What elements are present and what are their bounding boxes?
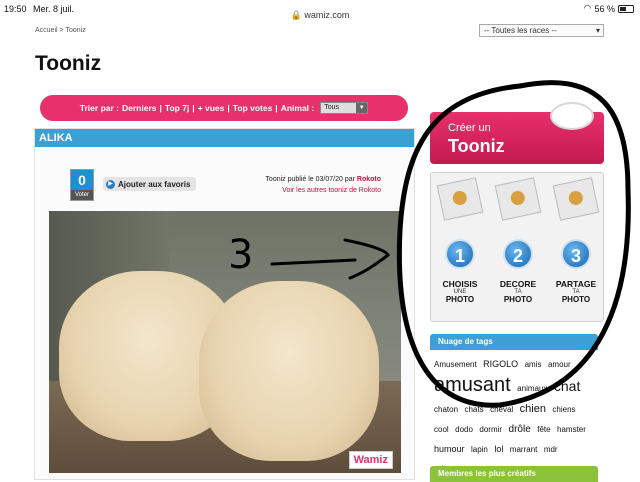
chevron-down-icon: ▾ [595, 26, 600, 35]
page-title: Tooniz [35, 52, 102, 75]
tag-link[interactable]: humour [434, 444, 465, 454]
tooniz-title: ALIKA [35, 129, 414, 147]
breadcrumb-home[interactable]: Accueil [35, 27, 58, 34]
tag-link[interactable]: lol [494, 444, 503, 454]
battery-percent: 56 % [594, 3, 615, 14]
tag-link[interactable]: amour [548, 360, 571, 369]
battery-fill [620, 6, 627, 11]
url-text: wamiz.com [304, 10, 350, 20]
animal-select-value: Tous [324, 104, 340, 111]
tag-link[interactable]: cool [434, 425, 449, 434]
tag-link[interactable]: mdr [544, 445, 558, 454]
address-bar[interactable]: 🔒 wamiz.com [0, 10, 640, 21]
tag-link[interactable]: Amusement [434, 360, 477, 369]
breadcrumb-current[interactable]: Tooniz [65, 27, 85, 34]
tag-link[interactable]: dodo [455, 425, 473, 434]
tag-link[interactable]: RIGOLO [483, 359, 518, 369]
plus-icon: ▶ [106, 179, 115, 189]
step-number: 2 [503, 239, 533, 269]
tooniz-panel: ALIKA 0 Voter ▶ Ajouter aux favoris Toon… [34, 128, 415, 480]
tag-link[interactable]: hamster [557, 425, 586, 434]
step-3: 3 PARTAGE TA PHOTO [547, 173, 605, 304]
step-object: PHOTO [561, 295, 591, 304]
sort-separator: | [227, 103, 230, 113]
steps-panel: 1 CHOISIS UNE PHOTO 2 DECORE TA PHOTO 3 … [430, 172, 604, 322]
tag-link[interactable]: chaton [434, 405, 458, 414]
sort-bar: Trier par : Derniers | Top 7j | + vues |… [40, 95, 408, 121]
tag-cloud: Nuage de tags Amusement RIGOLO amis amou… [430, 334, 598, 474]
step-number: 3 [561, 239, 591, 269]
race-select-value: -- Toutes les races -- [484, 26, 557, 35]
step-2: 2 DECORE TA PHOTO [489, 173, 547, 304]
tag-link[interactable]: chat [554, 378, 580, 394]
wamiz-watermark: Wamiz [348, 451, 393, 469]
sort-separator: | [192, 103, 195, 113]
tag-link[interactable]: cheval [490, 405, 513, 414]
tag-link[interactable]: fête [537, 425, 550, 434]
step-title: DECORE [499, 279, 537, 289]
published-text: Tooniz publié le 03/07/20 par [265, 176, 355, 183]
tag-link[interactable]: amusant [434, 374, 511, 396]
tag-link[interactable]: marrant [510, 445, 538, 454]
animal-select[interactable]: Tous ▼ [320, 102, 369, 114]
add-favorite-button[interactable]: ▶ Ajouter aux favoris [103, 177, 197, 191]
tag-link[interactable]: chiens [552, 405, 575, 414]
tag-link[interactable]: amis [525, 360, 542, 369]
status-bar: 19:50 Mer. 8 juil. 🔒 wamiz.com ◠ 56 % [0, 0, 640, 24]
step-number: 1 [445, 239, 475, 269]
author-link[interactable]: Rokoto [357, 176, 381, 183]
step-object: PHOTO [503, 295, 533, 304]
step-1: 1 CHOISIS UNE PHOTO [431, 173, 489, 304]
add-favorite-label: Ajouter aux favoris [118, 179, 191, 189]
step-title: CHOISIS [442, 279, 478, 289]
tooniz-photo: Wamiz [49, 211, 401, 473]
tag-link[interactable]: chien [520, 403, 546, 415]
puppy-right [199, 281, 379, 461]
create-tooniz-button[interactable]: Créer un Tooniz [430, 102, 604, 164]
tag-link[interactable]: lapin [471, 445, 488, 454]
sort-label: Trier par : [79, 103, 119, 113]
other-tooniz-link[interactable]: Voir les autres tooniz de Rokoto [265, 185, 381, 196]
sort-top-votes[interactable]: Top votes [233, 103, 273, 113]
lock-icon: 🔒 [290, 10, 302, 20]
battery-indicator: ◠ 56 % [584, 3, 634, 14]
tag-list: Amusement RIGOLO amis amour amusant anim… [430, 350, 598, 481]
sort-latest[interactable]: Derniers [122, 103, 157, 113]
step-object: PHOTO [445, 295, 475, 304]
tag-link[interactable]: drôle [509, 424, 531, 435]
speech-bubble-icon [550, 102, 594, 130]
step-title: PARTAGE [555, 279, 597, 289]
battery-icon [618, 4, 634, 13]
breadcrumb-separator: > [59, 27, 64, 34]
sort-animal-label: Animal : [280, 103, 315, 113]
sort-separator: | [159, 103, 162, 113]
create-line2: Tooniz [448, 136, 505, 156]
vote-box[interactable]: 0 Voter [70, 169, 94, 201]
photo-icon [494, 177, 542, 221]
sort-most-viewed[interactable]: + vues [198, 103, 225, 113]
tag-link[interactable]: dormir [479, 425, 502, 434]
sort-separator: | [275, 103, 278, 113]
breadcrumb: Accueil > Tooniz [35, 27, 86, 34]
sort-top7[interactable]: Top 7j [165, 103, 189, 113]
tag-cloud-title: Nuage de tags [430, 334, 598, 350]
wifi-icon: ◠ [583, 3, 592, 13]
vote-count: 0 [71, 170, 93, 190]
vote-button[interactable]: Voter [71, 190, 93, 200]
race-select[interactable]: -- Toutes les races -- ▾ [479, 24, 604, 37]
publication-info: Tooniz publié le 03/07/20 par Rokoto Voi… [265, 174, 381, 196]
chevron-down-icon: ▼ [356, 103, 368, 113]
photo-icon [552, 177, 600, 221]
tag-link[interactable]: chats [464, 405, 483, 414]
photo-icon [436, 177, 484, 221]
tag-link[interactable]: animaux [517, 384, 547, 393]
